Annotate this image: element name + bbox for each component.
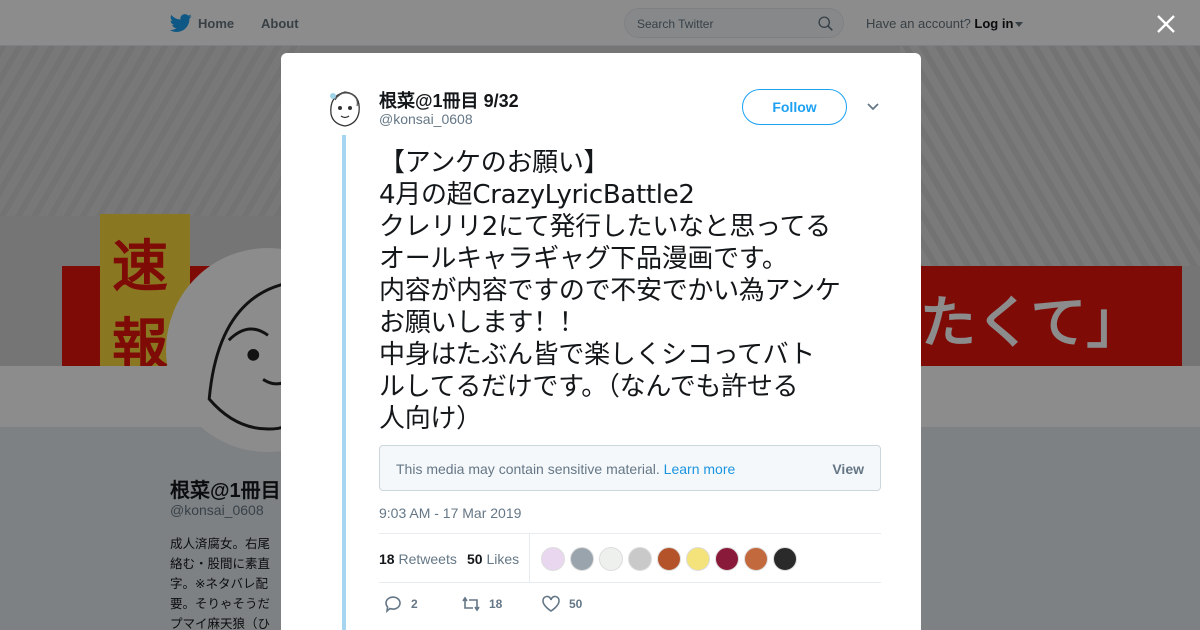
tweet-stats: 18 Retweets 50 Likes <box>379 533 881 583</box>
tweet-author-avatar[interactable] <box>321 84 369 132</box>
close-icon[interactable] <box>1156 14 1176 34</box>
tweet-actions: 2 18 50 <box>379 593 881 617</box>
tweet-text-line: ルしてるだけです。（なんでも許せる <box>379 372 799 402</box>
heart-icon <box>542 595 560 612</box>
likes-stat[interactable]: 50 Likes <box>467 551 519 567</box>
liker-avatar[interactable] <box>599 547 623 571</box>
tweet-text: 【アンケのお願い】 4月の超CrazyLyricBattle2 クレリリ2にて発… <box>379 147 889 435</box>
tweet-text-line: オールキャラギャグ下品漫画です。 <box>379 244 788 274</box>
stats-divider <box>529 534 530 582</box>
retweet-button[interactable]: 18 <box>461 595 502 613</box>
tweet-text-line: 中身はたぶん皆で楽しくシコってバト <box>379 340 815 370</box>
liker-avatar[interactable] <box>628 547 652 571</box>
reply-button[interactable]: 2 <box>383 595 418 613</box>
likes-count: 50 <box>467 551 483 567</box>
reply-icon <box>385 596 401 613</box>
liker-avatar[interactable] <box>570 547 594 571</box>
view-media-button[interactable]: View <box>832 461 864 477</box>
like-button[interactable]: 50 <box>541 595 582 613</box>
tweet-text-line: 人向け） <box>379 404 482 434</box>
tweet-text-line: お願いします！！ <box>379 308 585 338</box>
tweet-text-line: 【アンケのお願い】 <box>379 148 610 178</box>
tweet-modal: 根菜@1冊目 9/32 @konsai_0608 Follow 【アンケのお願い… <box>281 53 921 630</box>
retweets-count: 18 <box>379 551 395 567</box>
sensitive-media-notice: This media may contain sensitive materia… <box>379 445 881 491</box>
retweets-stat[interactable]: 18 Retweets <box>379 551 457 567</box>
tweet-timestamp[interactable]: 9:03 AM - 17 Mar 2019 <box>379 505 521 521</box>
tweet-author-name[interactable]: 根菜@1冊目 9/32 <box>379 87 519 113</box>
tweet-text-line: クレリリ2にて発行したいなと思ってる <box>379 212 831 242</box>
sensitive-notice-text: This media may contain sensitive materia… <box>396 461 735 477</box>
author-avatar-drawing <box>321 84 369 132</box>
liker-avatar[interactable] <box>773 547 797 571</box>
reply-count: 2 <box>411 597 418 611</box>
tweet-author-handle[interactable]: @konsai_0608 <box>379 111 473 127</box>
retweets-label: Retweets <box>398 551 457 567</box>
follow-button[interactable]: Follow <box>742 89 847 125</box>
liker-avatar[interactable] <box>657 547 681 571</box>
retweet-icon <box>462 596 480 612</box>
sensitive-notice-label: This media may contain sensitive materia… <box>396 461 660 477</box>
thread-line <box>342 135 346 630</box>
likes-label: Likes <box>486 551 520 567</box>
tweet-text-line: 4月の超CrazyLyricBattle2 <box>379 180 695 210</box>
learn-more-link[interactable]: Learn more <box>664 461 736 477</box>
liker-avatar[interactable] <box>744 547 768 571</box>
like-count: 50 <box>569 597 583 611</box>
liker-avatars <box>541 547 802 571</box>
liker-avatar[interactable] <box>686 547 710 571</box>
retweet-count: 18 <box>489 597 503 611</box>
liker-avatar[interactable] <box>715 547 739 571</box>
liker-avatar[interactable] <box>541 547 565 571</box>
tweet-text-line: 内容が内容ですので不安でかい為アンケ <box>379 276 841 306</box>
chevron-down-icon[interactable] <box>866 101 880 113</box>
